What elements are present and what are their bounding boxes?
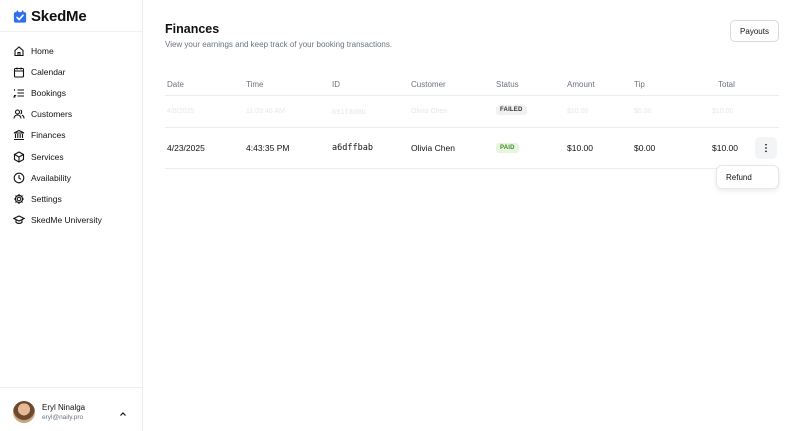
sidebar-item-label: SkedMe University: [31, 215, 102, 226]
page-title: Finances: [165, 22, 220, 36]
list-icon: [13, 87, 25, 99]
sidebar-item-calendar[interactable]: Calendar: [0, 61, 142, 82]
cell-date: 4/8/2025: [167, 108, 195, 115]
table-row[interactable]: 4/8/2025 11:09:46 AM b91f8d0b Olivia Che…: [165, 96, 779, 128]
sidebar-item-label: Settings: [31, 193, 62, 204]
user-email: eryl@naily.pro: [42, 414, 84, 421]
graduation-cap-icon: [13, 214, 25, 226]
sidebar-item-home[interactable]: Home: [0, 40, 142, 61]
sidebar-item-label: Services: [31, 151, 64, 162]
cell-amount: $10.00: [567, 108, 589, 115]
status-badge: FAILED: [496, 105, 527, 115]
sidebar-item-settings[interactable]: Settings: [0, 188, 142, 209]
calendar-check-logo-icon: [13, 9, 27, 24]
column-header-customer[interactable]: Customer: [411, 80, 446, 89]
cell-customer: Olivia Chen: [411, 108, 448, 115]
cell-date: 4/23/2025: [167, 143, 205, 153]
status-badge: PAID: [496, 143, 519, 153]
row-actions-button[interactable]: [755, 137, 777, 159]
table-row[interactable]: 4/23/2025 4:43:35 PM a6dffbab Olivia Che…: [165, 128, 779, 169]
cell-id: b91f8d0b: [332, 108, 366, 116]
brand-name: SkedMe: [31, 7, 87, 25]
users-icon: [13, 108, 25, 120]
row-actions-menu: Refund: [716, 165, 779, 189]
column-header-id[interactable]: ID: [332, 80, 340, 89]
more-vertical-icon: [765, 143, 767, 153]
box-icon: [13, 150, 25, 163]
sidebar-item-label: Finances: [31, 130, 66, 141]
cell-total: $10.00: [712, 108, 734, 115]
main-content: Finances View your earnings and keep tra…: [143, 0, 800, 431]
gear-icon: [13, 193, 25, 205]
cell-tip: $0.00: [634, 108, 652, 115]
column-header-date[interactable]: Date: [167, 80, 184, 89]
sidebar: SkedMe Home Calendar Bookings Customers …: [0, 0, 143, 431]
column-header-amount[interactable]: Amount: [567, 80, 595, 89]
bank-icon: [13, 129, 25, 141]
transactions-table: Date Time ID Customer Status Amount Tip …: [165, 74, 779, 169]
cell-customer: Olivia Chen: [411, 143, 455, 153]
sidebar-nav: Home Calendar Bookings Customers Finance…: [0, 40, 142, 231]
sidebar-item-label: Availability: [31, 172, 72, 183]
cell-tip: $0.00: [634, 143, 656, 153]
sidebar-item-customers[interactable]: Customers: [0, 104, 142, 125]
divider: [0, 387, 142, 388]
home-icon: [13, 45, 25, 57]
calendar-icon: [13, 66, 25, 78]
clock-icon: [13, 172, 25, 184]
avatar: [13, 401, 35, 423]
divider: [0, 31, 142, 32]
sidebar-item-label: Calendar: [31, 66, 66, 77]
sidebar-item-availability[interactable]: Availability: [0, 167, 142, 188]
sidebar-item-label: Home: [31, 45, 54, 56]
sidebar-item-bookings[interactable]: Bookings: [0, 82, 142, 103]
page-subtitle: View your earnings and keep track of you…: [165, 40, 393, 49]
sidebar-item-services[interactable]: Services: [0, 146, 142, 167]
table-header: Date Time ID Customer Status Amount Tip …: [165, 74, 779, 96]
column-header-time[interactable]: Time: [246, 80, 263, 89]
column-header-status[interactable]: Status: [496, 80, 519, 89]
user-menu[interactable]: Eryl Ninalga eryl@naily.pro: [13, 400, 133, 424]
cell-amount: $10.00: [567, 143, 593, 153]
column-header-total[interactable]: Total: [718, 80, 735, 89]
cell-time: 4:43:35 PM: [246, 143, 290, 153]
sidebar-item-finances[interactable]: Finances: [0, 125, 142, 146]
payouts-button[interactable]: Payouts: [730, 20, 779, 42]
refund-menu-item[interactable]: Refund: [726, 173, 752, 182]
sidebar-item-label: Customers: [31, 109, 73, 120]
cell-time: 11:09:46 AM: [246, 108, 285, 115]
sidebar-item-label: Bookings: [31, 87, 66, 98]
cell-total: $10.00: [712, 143, 738, 153]
user-name: Eryl Ninalga: [42, 403, 86, 412]
cell-id: a6dffbab: [332, 143, 373, 153]
column-header-tip[interactable]: Tip: [634, 80, 645, 89]
brand[interactable]: SkedMe: [13, 7, 87, 25]
chevron-up-icon[interactable]: [118, 406, 128, 416]
sidebar-item-skedme-university[interactable]: SkedMe University: [0, 210, 142, 231]
